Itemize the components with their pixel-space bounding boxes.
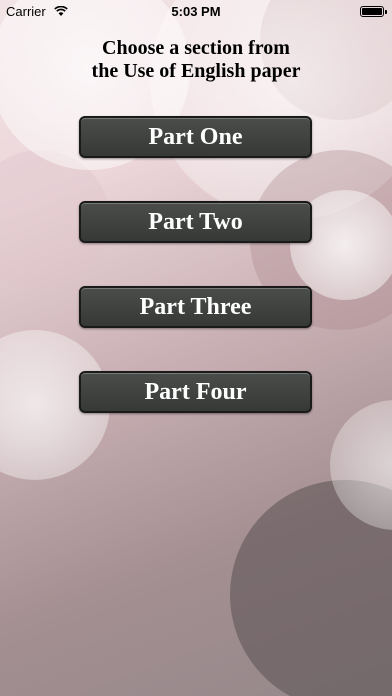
title-line-1: Choose a section from (102, 37, 290, 59)
part-two-button[interactable]: Part Two (79, 201, 312, 243)
title-line-2: the Use of English paper (91, 60, 301, 82)
part-three-button[interactable]: Part Three (79, 286, 312, 328)
status-bar: Carrier 5:03 PM (0, 0, 392, 22)
bokeh-background (0, 0, 392, 696)
part-one-button[interactable]: Part One (79, 116, 312, 158)
page-title: Choose a section from the Use of English… (0, 37, 392, 83)
battery-icon (360, 6, 387, 17)
part-four-button[interactable]: Part Four (79, 371, 312, 413)
clock: 5:03 PM (171, 4, 221, 19)
